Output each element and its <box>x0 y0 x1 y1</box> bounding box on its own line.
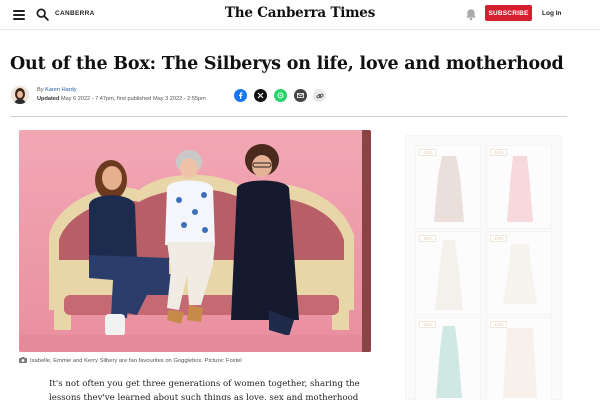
ad-product-tile[interactable]: -15% <box>486 231 552 315</box>
facebook-icon <box>239 92 243 99</box>
ad-product-tile[interactable]: -15% <box>415 317 481 400</box>
share-email-button[interactable] <box>294 89 307 102</box>
ad-product-tile[interactable]: -15% <box>415 231 481 315</box>
camera-icon <box>19 357 27 363</box>
share-facebook-button[interactable] <box>234 89 247 102</box>
ad-discount-badge: -15% <box>490 321 507 328</box>
timestamp-text: May 6 2022 - 7:47pm, first published May… <box>60 96 206 102</box>
body-paragraph-line-2: lessons they've learned about such thing… <box>49 393 359 400</box>
ad-discount-badge: -15% <box>419 149 436 156</box>
ad-product-tile[interactable]: -15% <box>486 145 552 229</box>
updated-label: Updated <box>37 96 60 102</box>
ad-discount-badge: -15% <box>419 321 436 328</box>
x-icon <box>257 92 264 99</box>
share-whatsapp-button[interactable] <box>274 89 287 102</box>
link-icon <box>316 93 323 98</box>
article-headline: Out of the Box: The Silberys on life, lo… <box>10 54 564 74</box>
subscribe-button[interactable]: SUBSCRIBE <box>485 5 532 21</box>
author-link[interactable]: Karen Hardy <box>45 87 76 93</box>
top-navigation-bar: CANBERRA The Canberra Times SUBSCRIBE Lo… <box>0 0 600 30</box>
byline: By Karen Hardy Updated May 6 2022 - 7:47… <box>37 86 206 104</box>
caption-text: Isabelle, Emmie and Kerry Silbery are fa… <box>30 358 242 364</box>
share-x-button[interactable] <box>254 89 267 102</box>
email-icon <box>297 93 304 98</box>
article-body: It's not often you get three generations… <box>49 377 360 400</box>
author-avatar[interactable] <box>11 86 29 104</box>
ad-discount-badge: -15% <box>490 149 507 156</box>
ad-discount-badge: -15% <box>490 235 507 242</box>
header-divider <box>10 116 567 117</box>
article-hero-image[interactable] <box>19 130 371 352</box>
image-caption: Isabelle, Emmie and Kerry Silbery are fa… <box>19 357 242 364</box>
ad-product-tile[interactable]: -15% <box>486 317 552 400</box>
copy-link-button[interactable] <box>313 89 326 102</box>
ad-discount-badge: -15% <box>419 235 436 242</box>
sidebar-advertisement[interactable]: -15% -15% -15% -15% -15% -15% <box>405 135 562 400</box>
body-paragraph-line-1: It's not often you get three generations… <box>49 379 360 389</box>
bell-icon[interactable] <box>465 8 477 21</box>
login-link[interactable]: Log In <box>542 10 562 17</box>
whatsapp-icon <box>277 92 284 99</box>
byline-prefix: By <box>37 87 44 93</box>
ad-product-tile[interactable]: -15% <box>415 145 481 229</box>
